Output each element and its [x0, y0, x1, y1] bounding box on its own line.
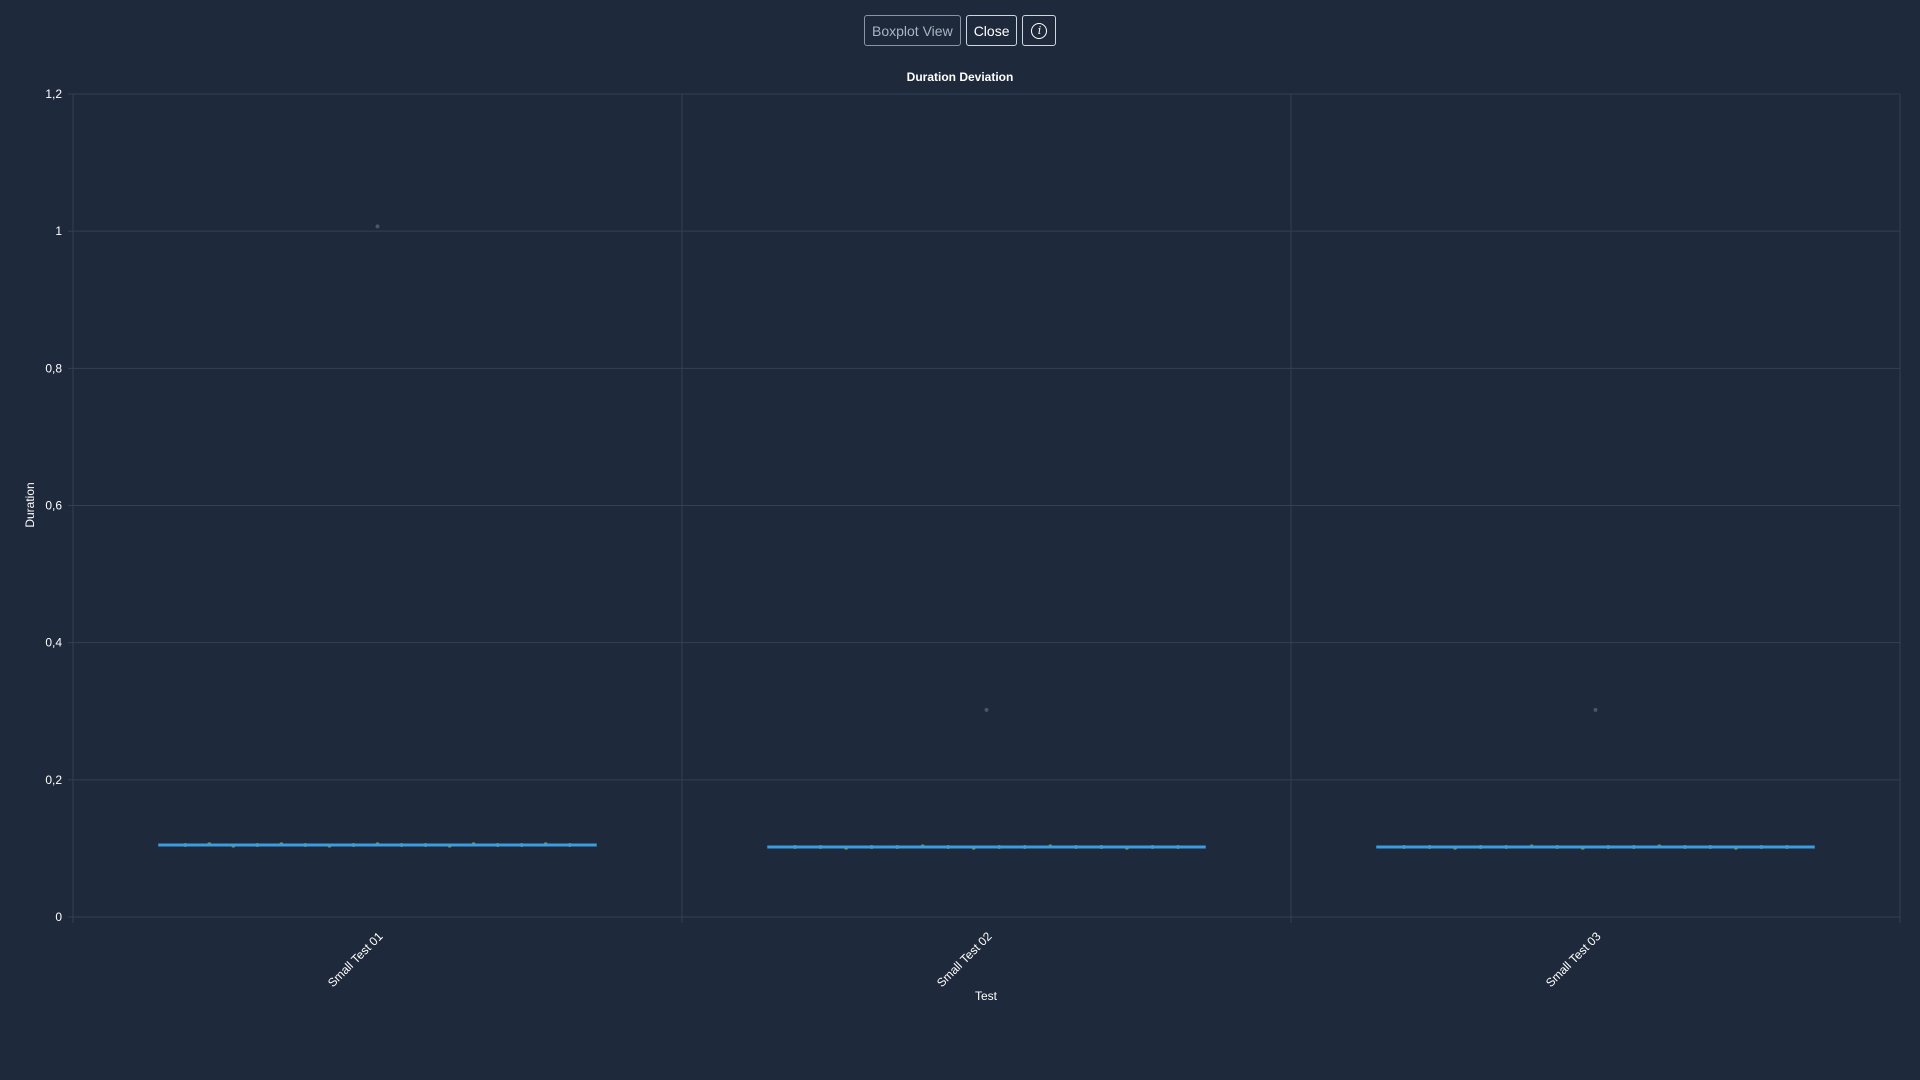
chart-marks [158, 224, 1815, 850]
y-tick-label: 1,2 [45, 87, 62, 101]
y-tick-label: 0,2 [45, 773, 62, 787]
outlier-point [375, 224, 380, 229]
duration-deviation-chart: Duration Deviation Duration Test 0 0,2 0,4… [23, 70, 1901, 1003]
x-axis-label: Test [975, 989, 998, 1003]
x-tick-label: Small Test 03 [1543, 929, 1604, 990]
y-axis-ticks: 0 0,2 0,4 0,6 0,8 1 1,2 [45, 87, 73, 924]
x-axis-ticks: Small Test 01 Small Test 02 Small Test 03 [325, 929, 1604, 990]
x-tick-label: Small Test 02 [934, 929, 995, 990]
y-tick-label: 0,6 [45, 499, 62, 513]
outlier-point [1593, 707, 1598, 712]
y-tick-label: 0 [55, 910, 62, 924]
grid-layer [72, 93, 1901, 923]
y-axis-label: Duration [23, 482, 37, 527]
y-tick-label: 1 [55, 224, 62, 238]
outlier-point [984, 707, 989, 712]
y-tick-label: 0,4 [45, 636, 62, 650]
chart-title: Duration Deviation [907, 70, 1014, 84]
y-tick-label: 0,8 [45, 361, 62, 375]
x-tick-label: Small Test 01 [325, 929, 386, 990]
